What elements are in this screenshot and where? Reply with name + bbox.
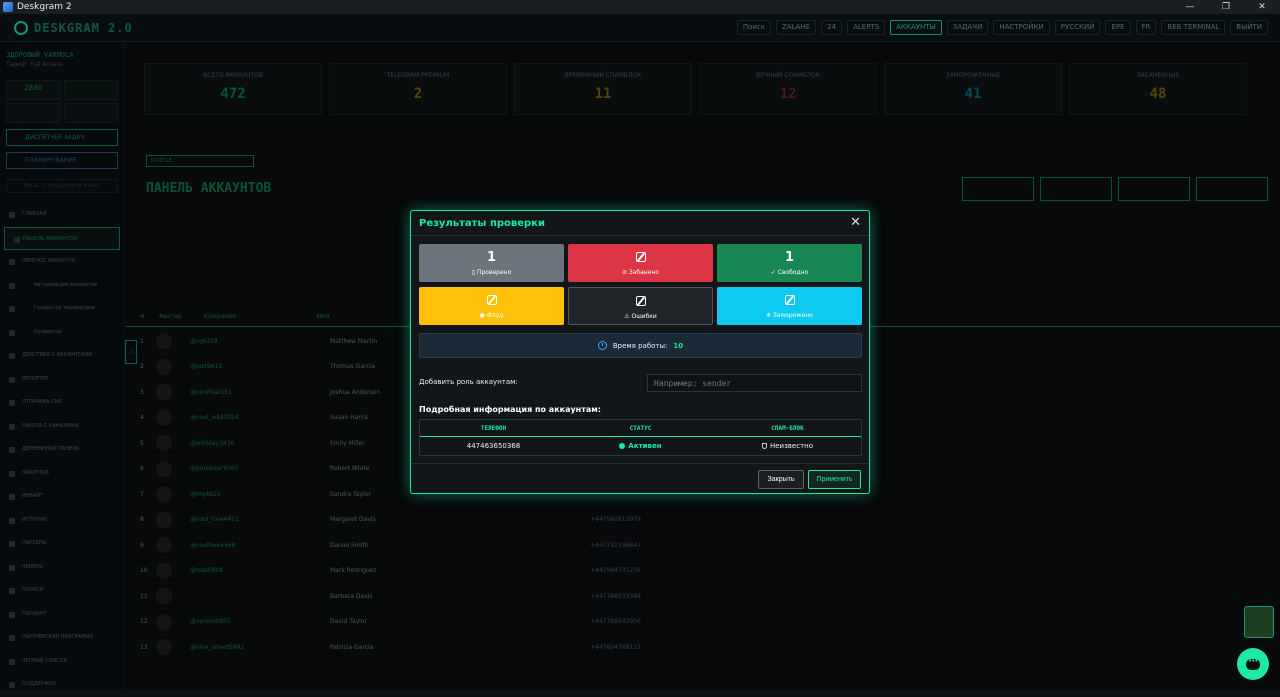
work-time-label: Время работы: [612,341,668,350]
tile-label: Забанено [628,269,660,276]
row-status: Активен [628,442,662,450]
role-label: Добавить роль аккаунтам: [419,378,518,386]
shield-icon [761,443,767,449]
details-table-header: ТЕЛЕФОН СТАТУС СПАМ-БЛОК [420,420,861,437]
window-titlebar: Deskgram 2 — ❐ ✕ [0,0,1280,14]
modal-title: Результаты проверки [419,217,545,229]
tile-free: 1 ✓ Свободно [717,244,862,282]
work-time-value: 10 [673,341,684,350]
tile-label: Проверено [476,269,512,276]
modal-footer: Закрыть Применить [411,463,869,494]
chat-icon [1246,657,1260,670]
row-phone: 447463650368 [466,442,521,450]
chat-button[interactable] [1237,648,1269,680]
count-zero-icon: 0 [784,295,795,305]
tile-label: Ошибки [631,313,657,320]
tile-value: 1 [486,250,497,265]
modal-header: Результаты проверки [411,211,869,236]
close-button[interactable]: Закрыть [758,470,804,489]
tile-label: Свободно [777,269,809,276]
count-zero-icon: 0 [486,295,497,305]
details-title: Подробная информация по аккаунтам: [419,405,601,414]
result-tiles: 1 ▯ Проверено 0 ⊘ Забанено 1 ✓ Свободно … [419,244,862,325]
tile-banned: 0 ⊘ Забанено [568,244,713,282]
tile-label: Флуд [486,312,504,319]
ban-icon: ⊘ [621,269,629,276]
count-zero-icon: 0 [635,252,646,262]
app-icon [3,2,13,12]
tile-frozen: 0 ❄ Заморожено [717,287,862,325]
mascot-widget[interactable] [1244,606,1274,638]
close-window-button[interactable]: ✕ [1244,0,1280,14]
clock-icon [597,341,607,350]
check-results-modal: Результаты проверки ✕ 1 ▯ Проверено 0 ⊘ … [410,210,870,494]
col-header-spamblock: СПАМ-БЛОК [771,425,804,432]
tile-errors: 0 ⚠ Ошибки [568,287,713,325]
table-row: 447463650368 Активен Неизвестно [420,437,861,455]
role-input[interactable] [647,374,862,392]
minimize-button[interactable]: — [1172,0,1208,14]
tile-flood: 0 ● Флуд [419,287,564,325]
tile-label: Заморожено [773,312,813,319]
check-circle-icon: ✓ [770,269,778,276]
row-spamblock: Неизвестно [769,442,814,450]
modal-close-icon[interactable]: ✕ [850,216,861,229]
pin-icon: ● [479,312,487,319]
details-table: ТЕЛЕФОН СТАТУС СПАМ-БЛОК 447463650368 Ак… [419,419,862,456]
col-header-phone: ТЕЛЕФОН [480,425,507,432]
window-title: Deskgram 2 [17,2,72,12]
apply-button[interactable]: Применить [808,470,861,489]
tile-checked: 1 ▯ Проверено [419,244,564,282]
maximize-button[interactable]: ❐ [1208,0,1244,14]
status-dot-icon [619,443,626,449]
tile-value: 1 [784,250,795,265]
count-zero-icon: 0 [635,296,646,306]
work-time-bar: Время работы: 10 [419,333,862,358]
col-header-status: СТАТУС [629,425,652,432]
snowflake-icon: ❄ [766,312,774,319]
